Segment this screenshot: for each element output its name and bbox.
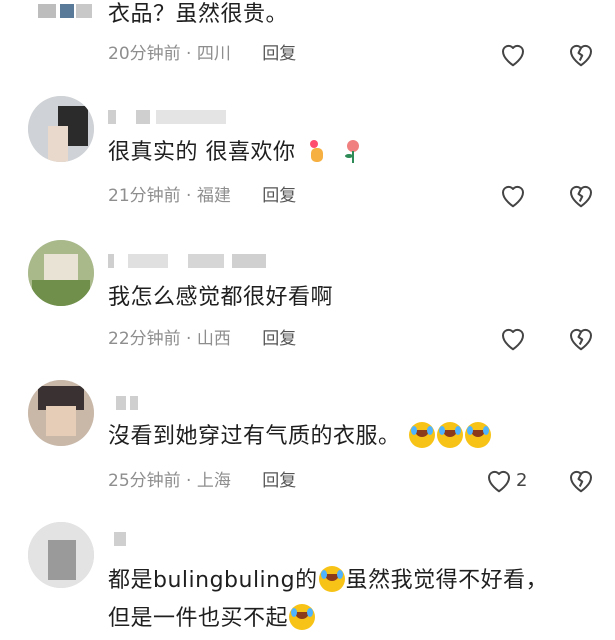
like-button[interactable] xyxy=(498,324,528,352)
rose-emoji xyxy=(340,138,366,164)
tears-of-joy-emoji xyxy=(289,604,316,630)
reply-button[interactable]: 回复 xyxy=(262,329,296,349)
comment-location: 福建 xyxy=(196,186,231,206)
like-button[interactable]: 2 xyxy=(484,466,527,494)
comment-meta: 25分钟前 · 上海 回复 xyxy=(108,470,296,492)
tears-of-joy-emoji xyxy=(318,566,345,592)
comment-meta: 22分钟前 · 山西 回复 xyxy=(108,328,296,350)
heart-outline-icon xyxy=(502,44,524,67)
dislike-button[interactable] xyxy=(566,40,596,68)
dislike-button[interactable] xyxy=(566,324,596,352)
comment-time: 20分钟前 xyxy=(108,44,181,64)
avatar[interactable] xyxy=(28,96,94,162)
heart-outline-icon xyxy=(502,328,524,351)
tears-of-joy-emoji xyxy=(437,422,464,448)
like-button[interactable] xyxy=(498,181,528,209)
comment-meta: 20分钟前 · 四川 回复 xyxy=(108,43,296,65)
broken-heart-icon xyxy=(570,328,592,351)
meta-separator: · xyxy=(186,186,192,206)
comment-time: 21分钟前 xyxy=(108,186,181,206)
avatar[interactable] xyxy=(28,522,94,588)
comment-text: 我怎么感觉都很好看啊 xyxy=(108,285,334,310)
comment-location: 上海 xyxy=(196,471,231,491)
finger-heart-emoji xyxy=(304,138,330,164)
like-count: 2 xyxy=(516,469,528,491)
comment-location: 山西 xyxy=(196,329,231,349)
comment-time: 22分钟前 xyxy=(108,329,181,349)
broken-heart-icon xyxy=(570,470,592,493)
heart-outline-icon xyxy=(488,470,510,493)
dislike-button[interactable] xyxy=(566,466,596,494)
meta-separator: · xyxy=(186,44,192,64)
broken-heart-icon xyxy=(570,44,592,67)
tears-of-joy-emoji xyxy=(465,422,492,448)
comment-text: 沒看到她穿过有气质的衣服。 xyxy=(108,422,492,452)
like-button[interactable] xyxy=(498,40,528,68)
tears-of-joy-emoji xyxy=(409,422,436,448)
reply-button[interactable]: 回复 xyxy=(262,186,296,206)
comment-time: 25分钟前 xyxy=(108,471,181,491)
comment-meta: 21分钟前 · 福建 回复 xyxy=(108,185,296,207)
meta-separator: · xyxy=(186,329,192,349)
reply-button[interactable]: 回复 xyxy=(262,44,296,64)
heart-outline-icon xyxy=(502,185,524,208)
meta-separator: · xyxy=(186,471,192,491)
dislike-button[interactable] xyxy=(566,181,596,209)
comment-text: 很真实的 很喜欢你 xyxy=(108,138,367,168)
comment-text-line2: 但是一件也买不起 xyxy=(108,604,316,634)
avatar[interactable] xyxy=(28,380,94,446)
comment-location: 四川 xyxy=(196,44,231,64)
avatar[interactable] xyxy=(28,240,94,306)
comment-text: 衣品？虽然很贵。 xyxy=(108,2,289,27)
reply-button[interactable]: 回复 xyxy=(262,471,296,491)
broken-heart-icon xyxy=(570,185,592,208)
comment-text: 都是bulingbuling的 虽然我觉得不好看， xyxy=(108,566,549,593)
